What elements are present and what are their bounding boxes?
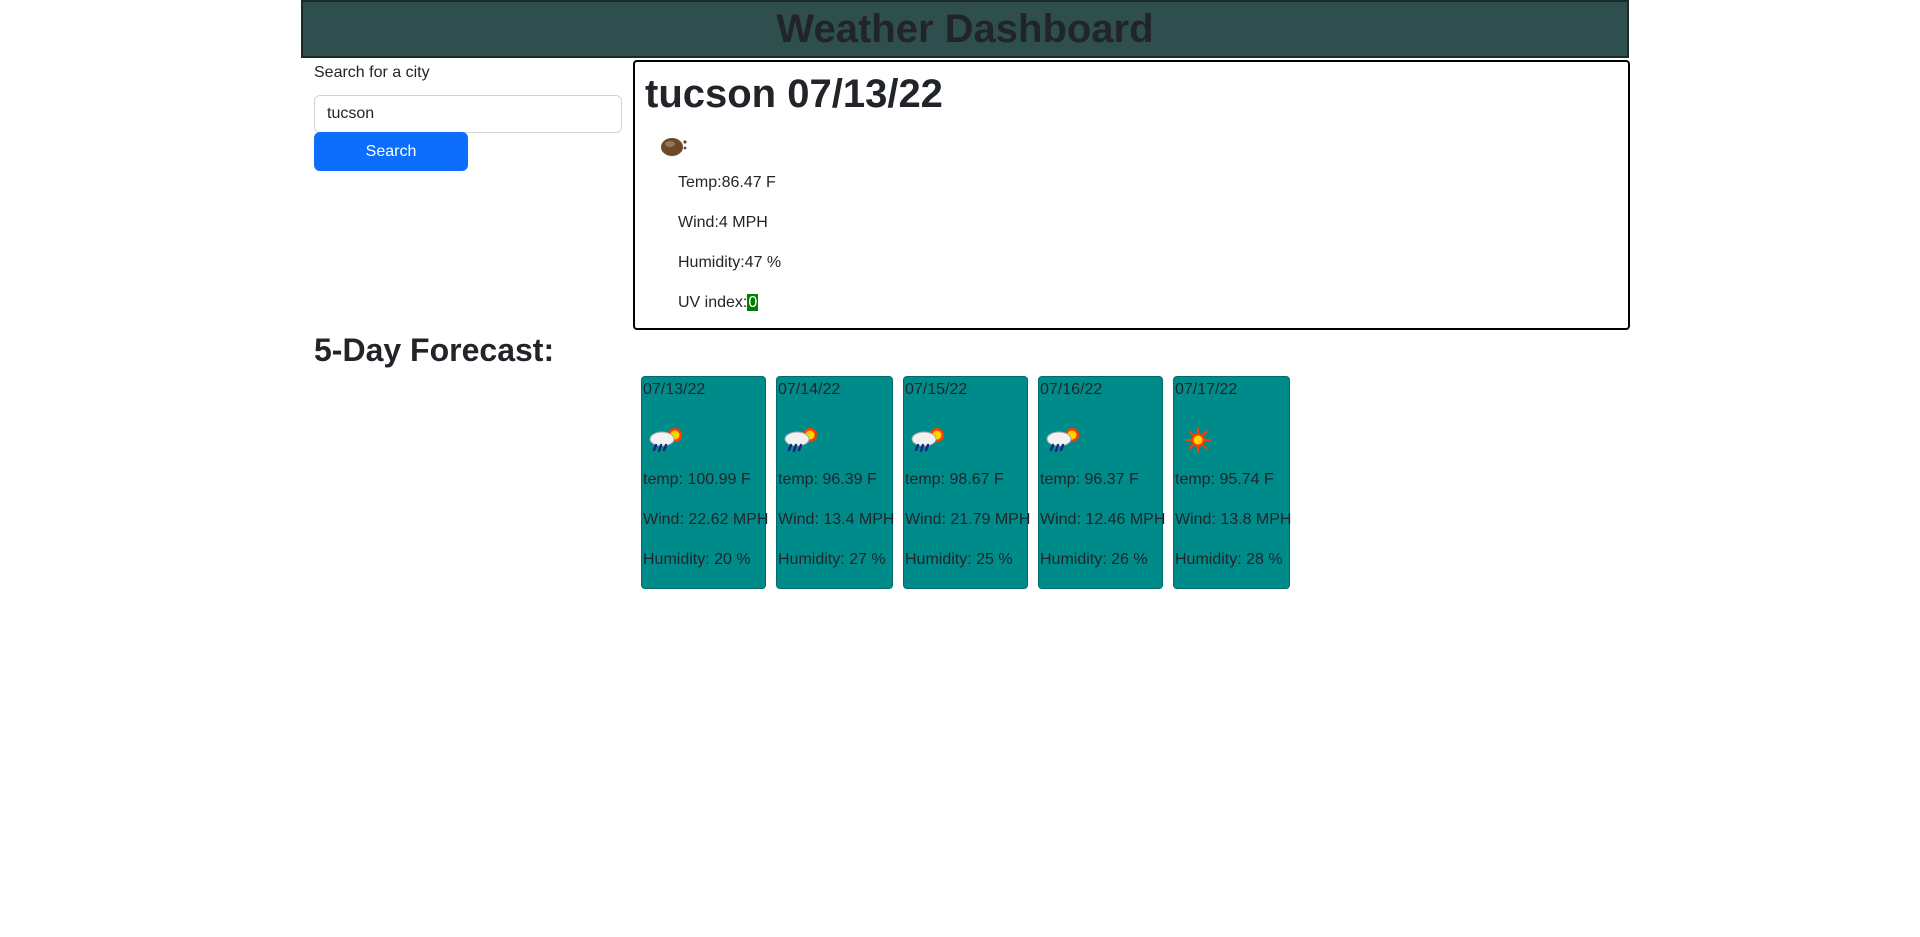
forecast-card: 07/16/22 temp: 96.37 F Wind: 12.46 MPH H… [1038, 376, 1166, 589]
forecast-card: 07/13/22 temp: 100.99 F Wind: 22.62 MPH … [641, 376, 769, 589]
forecast-date: 07/17/22 [1175, 381, 1238, 398]
uv-badge: 0 [747, 294, 759, 311]
forecast-date: 07/13/22 [643, 381, 706, 398]
forecast-title: 5-Day Forecast: [314, 332, 555, 368]
forecast-humidity: Humidity: 20 % [643, 551, 751, 568]
forecast-temp: temp: 96.37 F [1040, 471, 1139, 488]
current-wind: Wind:4 MPH [678, 214, 768, 231]
current-city-title: tucson 07/13/22 [645, 72, 943, 116]
forecast-humidity: Humidity: 25 % [905, 551, 1013, 568]
page: Weather Dashboard Search for a city Sear… [0, 0, 1920, 937]
forecast-card: 07/15/22 temp: 98.67 F Wind: 21.79 MPH H… [903, 376, 1031, 589]
search-label: Search for a city [314, 64, 430, 81]
night-cloud-icon [661, 138, 687, 156]
forecast-humidity: Humidity: 27 % [778, 551, 886, 568]
forecast-date: 07/15/22 [905, 381, 968, 398]
forecast-wind: Wind: 22.62 MPH [643, 511, 769, 528]
uv-label: UV index: [678, 294, 748, 311]
forecast-card: 07/17/22 temp: 95.74 F Wind: 13.8 MPH Hu… [1173, 376, 1292, 589]
forecast-date: 07/16/22 [1040, 381, 1103, 398]
forecast-humidity: Humidity: 28 % [1175, 551, 1283, 568]
rain-sun-icon [1046, 428, 1079, 453]
rain-sun-icon [784, 428, 817, 453]
forecast-wind: Wind: 13.8 MPH [1175, 511, 1292, 528]
rain-sun-icon [911, 428, 944, 453]
forecast-temp: temp: 95.74 F [1175, 471, 1274, 488]
forecast-humidity: Humidity: 26 % [1040, 551, 1148, 568]
rain-sun-icon [649, 428, 682, 453]
page-title: Weather Dashboard [776, 7, 1154, 51]
current-temp: Temp:86.47 F [678, 174, 776, 191]
forecast-temp: temp: 96.39 F [778, 471, 877, 488]
current-weather-card: tucson 07/13/22 Temp:86.47 F Wind:4 MPH … [633, 60, 1630, 330]
search-button[interactable]: Search [314, 132, 468, 171]
current-humidity: Humidity:47 % [678, 254, 782, 271]
forecast-wind: Wind: 12.46 MPH [1040, 511, 1166, 528]
forecast-card: 07/14/22 temp: 96.39 F Wind: 13.4 MPH Hu… [776, 376, 895, 589]
forecast-temp: temp: 98.67 F [905, 471, 1004, 488]
forecast-temp: temp: 100.99 F [643, 471, 751, 488]
header: Weather Dashboard [301, 0, 1629, 58]
search-input[interactable] [314, 95, 622, 133]
sun-icon [1185, 427, 1211, 453]
forecast-wind: Wind: 21.79 MPH [905, 511, 1031, 528]
current-uv: UV index:0 [678, 294, 759, 312]
forecast-date: 07/14/22 [778, 381, 841, 398]
forecast-wind: Wind: 13.4 MPH [778, 511, 895, 528]
